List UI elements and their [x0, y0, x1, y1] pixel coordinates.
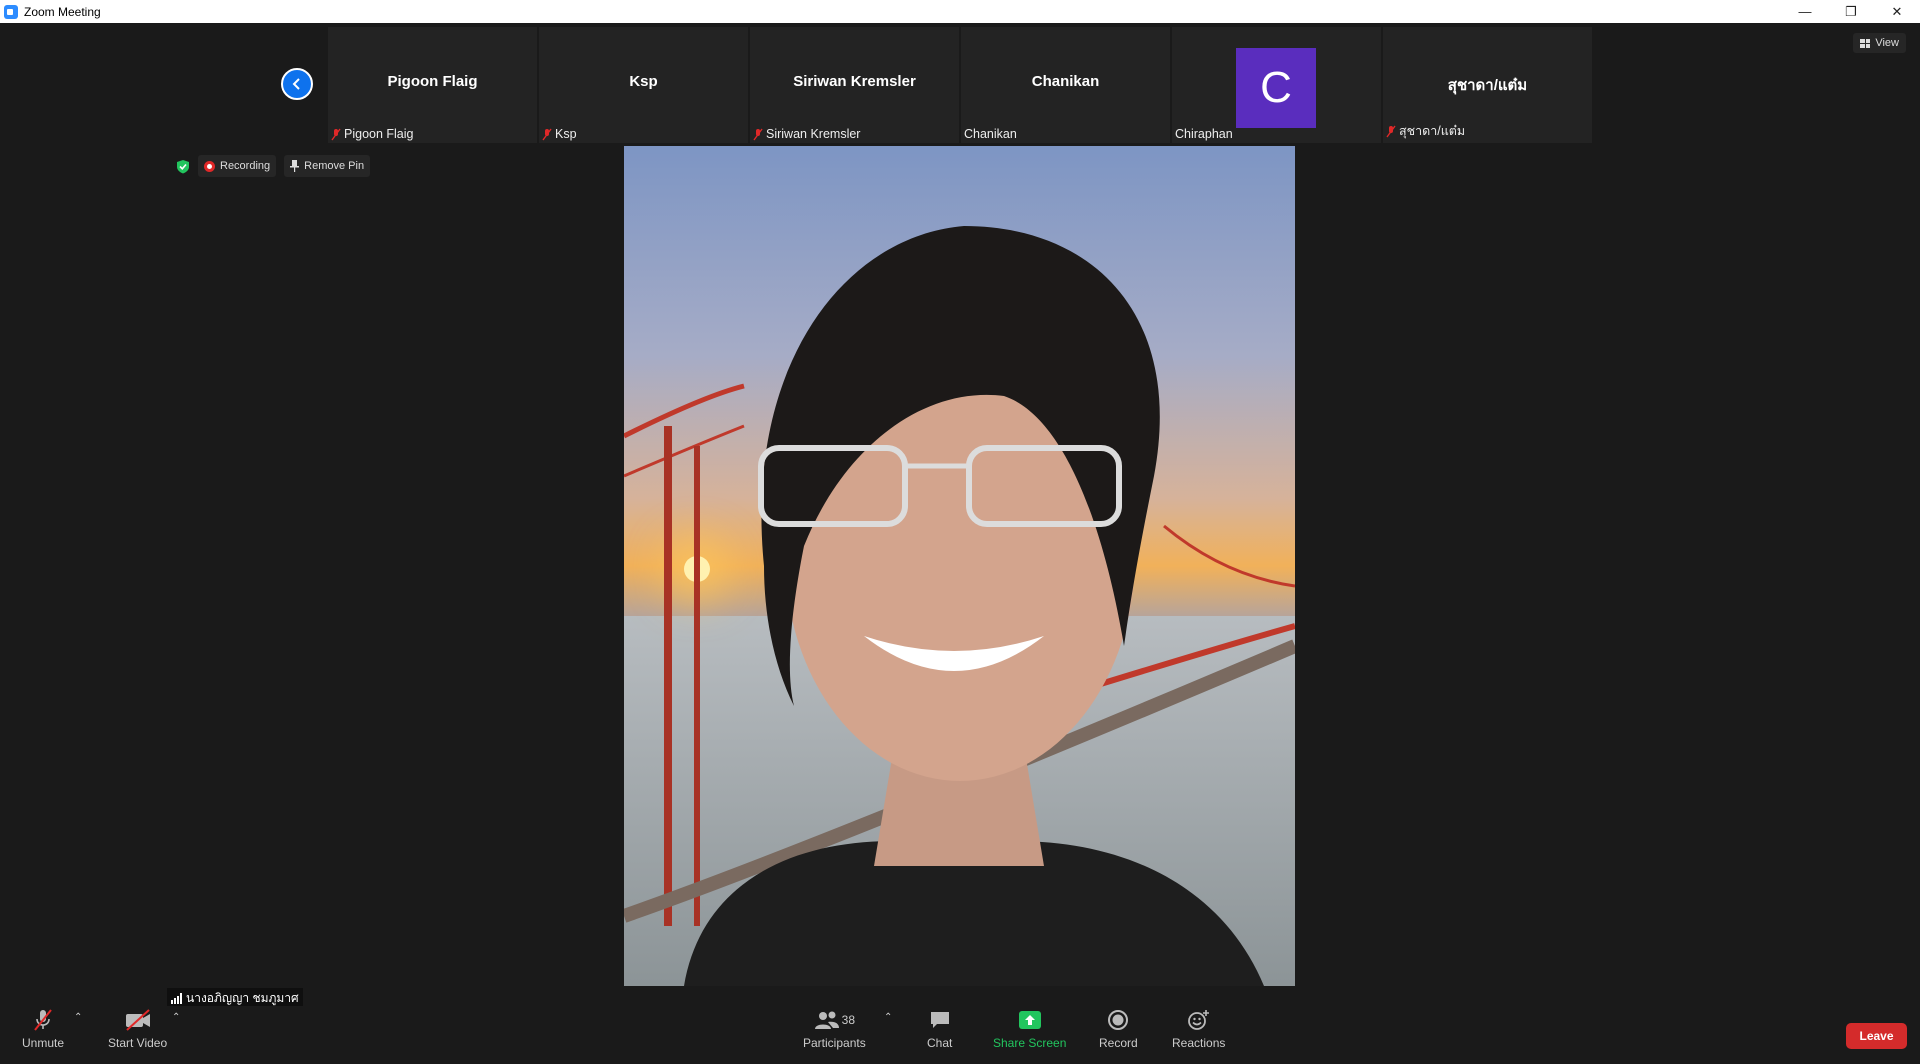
- participant-tile[interactable]: Siriwan Kremsler Siriwan Kremsler: [750, 27, 959, 143]
- grid-icon: [1860, 38, 1871, 48]
- meeting-toolbar: Unmute ⌃ Start Video ⌃ 38 Participants ⌃…: [0, 1006, 1920, 1064]
- zoom-app-icon: [4, 4, 18, 19]
- signal-strength-icon: [171, 993, 182, 1004]
- unmute-label: Unmute: [22, 1036, 65, 1050]
- view-button-label: View: [1875, 37, 1899, 49]
- record-icon: [1108, 1010, 1129, 1030]
- reactions-label: Reactions: [1172, 1036, 1226, 1050]
- video-off-icon: [125, 1009, 150, 1031]
- previous-page-button[interactable]: [281, 68, 313, 100]
- participant-big-name: Pigoon Flaig: [387, 73, 478, 90]
- remove-pin-button[interactable]: Remove Pin: [284, 155, 371, 177]
- share-screen-icon: [1018, 1011, 1041, 1029]
- record-label: Record: [1099, 1036, 1138, 1050]
- participant-tile[interactable]: Chanikan Chanikan: [961, 27, 1170, 143]
- view-button[interactable]: View: [1853, 33, 1906, 53]
- participant-strip: Pigoon Flaig Pigoon Flaig Ksp Ksp Siriwa…: [328, 27, 1592, 143]
- participant-small-name: สุชาดา/แต๋ม: [1399, 124, 1466, 138]
- chat-icon: [930, 1012, 949, 1028]
- audio-options-caret[interactable]: ⌃: [74, 1012, 82, 1023]
- participant-tile[interactable]: สุชาดา/แต๋ม สุชาดา/แต๋ม: [1383, 27, 1592, 143]
- reactions-icon: [1187, 1010, 1209, 1030]
- speaker-person: [684, 226, 1264, 986]
- participant-small-name: Chanikan: [964, 127, 1017, 141]
- participant-label: Chiraphan: [1175, 127, 1233, 141]
- participants-button[interactable]: 38 Participants: [803, 1008, 866, 1050]
- participants-icon: [814, 1011, 839, 1029]
- participant-big-name: Chanikan: [1031, 73, 1100, 90]
- participant-label: Pigoon Flaig: [331, 127, 414, 141]
- chat-button[interactable]: Chat: [927, 1008, 952, 1050]
- participant-big-name: สุชาดา/แต๋ม: [1447, 77, 1528, 94]
- reactions-button[interactable]: Reactions: [1172, 1008, 1225, 1050]
- muted-mic-icon: [542, 128, 552, 140]
- avatar: C: [1236, 48, 1316, 128]
- minimize-button[interactable]: —: [1782, 0, 1828, 23]
- participant-tile[interactable]: C Chiraphan: [1172, 27, 1381, 143]
- record-dot-icon: [204, 160, 215, 172]
- participant-small-name: Siriwan Kremsler: [766, 127, 861, 141]
- start-video-button[interactable]: Start Video: [108, 1008, 167, 1050]
- title-bar: Zoom Meeting — ❐ ✕: [0, 0, 1920, 24]
- active-speaker-video: [624, 146, 1295, 986]
- muted-mic-icon: [331, 128, 341, 140]
- participant-big-name: Ksp: [629, 73, 658, 90]
- participant-label: Siriwan Kremsler: [753, 127, 860, 141]
- leave-button[interactable]: Leave: [1846, 1023, 1907, 1049]
- remove-pin-label: Remove Pin: [304, 160, 365, 172]
- participants-count: 38: [841, 1013, 856, 1027]
- chevron-left-icon: [292, 78, 300, 90]
- security-shield-icon[interactable]: [176, 159, 190, 174]
- participant-tile[interactable]: Ksp Ksp: [539, 27, 748, 143]
- record-button[interactable]: Record: [1099, 1008, 1138, 1050]
- participant-label: Ksp: [542, 127, 577, 141]
- muted-mic-icon: [34, 1009, 52, 1031]
- participant-big-name: Siriwan Kremsler: [793, 73, 916, 90]
- participants-options-caret[interactable]: ⌃: [884, 1012, 892, 1023]
- participant-tile[interactable]: Pigoon Flaig Pigoon Flaig: [328, 27, 537, 143]
- window-controls: — ❐ ✕: [1782, 0, 1920, 23]
- participant-label: สุชาดา/แต๋ม: [1386, 121, 1465, 141]
- participants-label: Participants: [803, 1036, 866, 1050]
- unmute-button[interactable]: Unmute: [22, 1008, 64, 1050]
- participant-small-name: Chiraphan: [1175, 127, 1233, 141]
- participant-label: Chanikan: [964, 127, 1017, 141]
- participant-small-name: Pigoon Flaig: [344, 127, 414, 141]
- meeting-area: View Pigoon Flaig Pigoon Flaig Ksp Ksp S…: [0, 23, 1920, 1064]
- chat-label: Chat: [927, 1036, 953, 1050]
- close-button[interactable]: ✕: [1874, 0, 1920, 23]
- recording-label: Recording: [220, 160, 271, 172]
- pin-icon: [290, 160, 300, 172]
- window-title: Zoom Meeting: [24, 4, 101, 19]
- muted-mic-icon: [753, 128, 763, 140]
- participant-small-name: Ksp: [555, 127, 577, 141]
- share-screen-label: Share Screen: [993, 1036, 1067, 1050]
- start-video-label: Start Video: [108, 1036, 168, 1050]
- recording-indicator[interactable]: Recording: [198, 155, 277, 177]
- video-options-caret[interactable]: ⌃: [172, 1012, 180, 1023]
- muted-mic-icon: [1386, 125, 1396, 137]
- share-screen-button[interactable]: Share Screen: [993, 1008, 1066, 1050]
- meeting-status-row: Recording Remove Pin: [176, 155, 371, 177]
- restore-button[interactable]: ❐: [1828, 0, 1874, 23]
